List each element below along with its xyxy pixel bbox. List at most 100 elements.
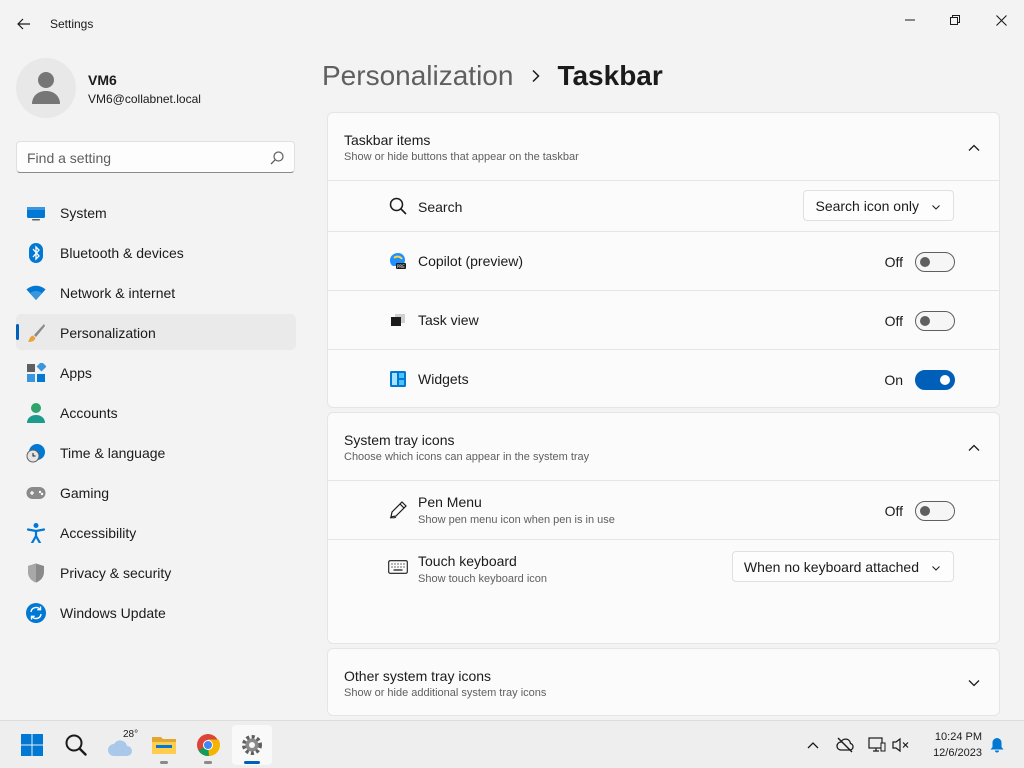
svg-text:PRE: PRE bbox=[397, 264, 405, 269]
time-language-icon bbox=[26, 443, 46, 463]
sidebar-item-accessibility[interactable]: Accessibility bbox=[16, 514, 296, 550]
restore-button[interactable] bbox=[932, 4, 978, 36]
volume-muted-icon bbox=[892, 737, 909, 753]
file-explorer-button[interactable] bbox=[144, 725, 184, 765]
active-indicator bbox=[244, 761, 260, 764]
widgets-toggle[interactable] bbox=[915, 370, 955, 390]
minimize-icon bbox=[905, 19, 915, 21]
display-tray-button[interactable] bbox=[867, 735, 887, 755]
title-bar: Settings bbox=[0, 0, 1024, 48]
task-view-toggle-state: Off bbox=[884, 313, 903, 329]
windows-taskbar: 28° 10:24 PM 12/6/2023 bbox=[0, 720, 1024, 768]
widgets-label: Widgets bbox=[418, 371, 469, 387]
taskbar-search-button[interactable] bbox=[56, 725, 96, 765]
sidebar-item-label: Windows Update bbox=[60, 605, 166, 621]
system-tray-header[interactable]: System tray icons Choose which icons can… bbox=[328, 413, 999, 481]
clock-time: 10:24 PM bbox=[934, 731, 982, 743]
chevron-down-icon[interactable] bbox=[967, 676, 981, 690]
restore-icon bbox=[950, 15, 960, 25]
search-mode-dropdown[interactable]: Search icon only bbox=[803, 190, 954, 221]
minimize-button[interactable] bbox=[887, 4, 933, 36]
pen-menu-label: Pen Menu bbox=[418, 494, 482, 510]
search-icon bbox=[65, 734, 87, 756]
sidebar-item-privacy[interactable]: Privacy & security bbox=[16, 554, 296, 590]
search-icon bbox=[388, 196, 408, 216]
close-button[interactable] bbox=[978, 4, 1024, 36]
toggle-knob bbox=[920, 316, 930, 326]
accounts-icon bbox=[26, 403, 46, 423]
pen-menu-toggle-state: Off bbox=[884, 503, 903, 519]
toggle-knob bbox=[940, 375, 950, 385]
sidebar-item-windows-update[interactable]: Windows Update bbox=[16, 594, 296, 630]
sidebar-nav: System Bluetooth & devices Network & int… bbox=[16, 194, 296, 634]
windows-logo-icon bbox=[21, 734, 43, 756]
pen-menu-toggle[interactable] bbox=[915, 501, 955, 521]
windows-update-icon bbox=[26, 603, 46, 623]
accessibility-icon bbox=[26, 523, 46, 543]
running-indicator bbox=[204, 761, 212, 764]
search-input[interactable] bbox=[27, 148, 257, 168]
show-hidden-icons-button[interactable] bbox=[803, 735, 823, 755]
other-tray-header[interactable]: Other system tray icons Show or hide add… bbox=[328, 649, 999, 717]
sidebar-item-apps[interactable]: Apps bbox=[16, 354, 296, 390]
sidebar-item-system[interactable]: System bbox=[16, 194, 296, 230]
chevron-up-icon[interactable] bbox=[967, 441, 981, 455]
copilot-label: Copilot (preview) bbox=[418, 253, 524, 269]
clock[interactable]: 10:24 PM 12/6/2023 bbox=[916, 729, 982, 761]
keyboard-icon bbox=[388, 557, 408, 577]
touch-keyboard-label: Touch keyboard bbox=[418, 553, 517, 569]
chrome-button[interactable] bbox=[188, 725, 228, 765]
settings-search[interactable] bbox=[16, 141, 295, 173]
copilot-toggle[interactable] bbox=[915, 252, 955, 272]
dropdown-value: Search icon only bbox=[815, 197, 919, 214]
breadcrumb-parent[interactable]: Personalization bbox=[322, 60, 513, 92]
gear-icon bbox=[242, 735, 262, 755]
sidebar-item-label: Accessibility bbox=[60, 525, 137, 541]
touch-keyboard-row: Touch keyboard Show touch keyboard icon … bbox=[328, 540, 999, 594]
avatar bbox=[16, 58, 76, 118]
sidebar-item-label: Apps bbox=[60, 365, 92, 381]
sidebar-item-bluetooth[interactable]: Bluetooth & devices bbox=[16, 234, 296, 270]
sidebar-item-accounts[interactable]: Accounts bbox=[16, 394, 296, 430]
close-icon bbox=[995, 14, 1007, 26]
notifications-button[interactable] bbox=[987, 735, 1007, 755]
search-label: Search bbox=[418, 199, 463, 215]
sidebar-item-label: Time & language bbox=[60, 445, 166, 461]
arrow-left-icon bbox=[17, 18, 30, 30]
system-tray-card: System tray icons Choose which icons can… bbox=[327, 412, 1000, 644]
folder-icon bbox=[152, 737, 176, 754]
start-button[interactable] bbox=[12, 725, 52, 765]
copilot-toggle-state: Off bbox=[884, 254, 903, 270]
network-tray-button[interactable] bbox=[835, 735, 855, 755]
weather-temperature: 28° bbox=[123, 729, 139, 740]
sidebar-item-personalization[interactable]: Personalization bbox=[16, 314, 296, 350]
volume-tray-button[interactable] bbox=[891, 735, 911, 755]
sidebar-item-time-language[interactable]: Time & language bbox=[16, 434, 296, 470]
user-profile[interactable]: VM6 VM6@collabnet.local bbox=[16, 58, 296, 118]
shield-icon bbox=[26, 563, 46, 583]
task-view-toggle[interactable] bbox=[915, 311, 955, 331]
back-button[interactable] bbox=[12, 12, 36, 36]
chevron-up-icon[interactable] bbox=[967, 141, 981, 155]
other-tray-card[interactable]: Other system tray icons Show or hide add… bbox=[327, 648, 1000, 716]
sidebar-item-label: System bbox=[60, 205, 107, 221]
section-title: Taskbar items bbox=[344, 132, 431, 148]
sidebar-item-gaming[interactable]: Gaming bbox=[16, 474, 296, 510]
bluetooth-icon bbox=[26, 243, 46, 263]
monitor-icon bbox=[868, 737, 886, 752]
sidebar-item-network[interactable]: Network & internet bbox=[16, 274, 296, 310]
taskbar-items-header[interactable]: Taskbar items Show or hide buttons that … bbox=[328, 113, 999, 181]
system-icon bbox=[26, 203, 46, 223]
touch-keyboard-dropdown[interactable]: When no keyboard attached bbox=[731, 551, 954, 582]
chevron-up-icon bbox=[807, 742, 819, 749]
page-title: Taskbar bbox=[557, 60, 663, 91]
weather-widget-button[interactable]: 28° bbox=[100, 725, 140, 765]
section-subtitle: Show or hide buttons that appear on the … bbox=[344, 151, 579, 163]
settings-app-button[interactable] bbox=[232, 725, 272, 765]
window-title: Settings bbox=[50, 17, 94, 31]
section-subtitle: Show or hide additional system tray icon… bbox=[344, 687, 547, 699]
search-icon[interactable] bbox=[270, 151, 284, 165]
taskbar-items-card: Taskbar items Show or hide buttons that … bbox=[327, 112, 1000, 408]
sidebar-item-label: Accounts bbox=[60, 405, 118, 421]
task-view-label: Task view bbox=[418, 312, 479, 328]
